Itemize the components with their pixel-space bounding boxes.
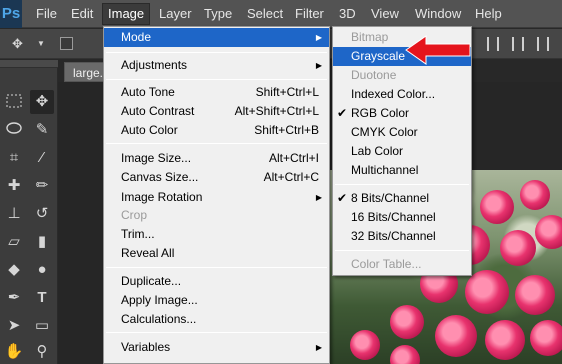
hand-tool-icon[interactable]: ✋ [2,340,26,364]
toolbox: ✥ ✎ ⌗ ⁄ ✚ ✏ ⊥ ↺ ▱ ▮ ◆ ● ✒ T ➤ ▭ ✋ ⚲ [0,60,58,364]
menu-3d[interactable]: 3D [334,3,361,25]
shape-tool-icon[interactable]: ▭ [30,314,54,338]
move-tool-preset-icon[interactable]: ✥ [12,29,23,59]
menu-separator [106,79,327,80]
checkmark-icon: ✔ [337,106,348,120]
image-menu-dropdown: Mode ▶ Adjustments ▶ Auto Tone Shift+Ctr… [103,26,330,364]
photoshop-logo: Ps [0,0,22,28]
mode-item-indexed-color[interactable]: Indexed Color... [333,85,471,104]
gradient-tool-icon[interactable]: ▮ [30,230,54,254]
menu-item-duplicate[interactable]: Duplicate... [104,272,329,291]
mode-item-color-table: Color Table... [351,257,422,271]
dodge-tool-icon[interactable]: ● [30,258,54,282]
blur-tool-icon[interactable]: ◆ [2,258,26,282]
menu-image[interactable]: Image [102,3,151,25]
eraser-tool-icon[interactable]: ▱ [2,230,26,254]
menu-item-trim[interactable]: Trim... [104,225,329,244]
healing-brush-tool-icon[interactable]: ✚ [2,174,26,198]
menu-item-adjustments[interactable]: Adjustments ▶ [104,56,329,75]
mode-item-duotone: Duotone [351,68,397,82]
align-edges-icon[interactable] [537,37,549,51]
move-tool-icon[interactable]: ✥ [30,90,54,114]
checkmark-icon: ✔ [337,191,348,205]
brush-tool-icon[interactable]: ✏ [30,174,54,198]
menu-item-image-size[interactable]: Image Size... Alt+Ctrl+I [104,149,329,168]
menu-item-variables[interactable]: Variables ▶ [104,338,329,357]
align-icon[interactable] [487,37,499,51]
menu-item-crop: Crop [121,208,148,222]
menu-separator [106,52,327,53]
submenu-arrow-icon: ▶ [315,61,322,70]
menu-separator [335,250,469,251]
quick-selection-tool-icon[interactable]: ✎ [30,118,54,142]
mode-item-cmyk-color[interactable]: CMYK Color [333,123,471,142]
menu-file[interactable]: File [31,3,62,25]
path-selection-tool-icon[interactable]: ➤ [2,314,26,338]
chevron-down-icon[interactable]: ▼ [37,29,45,59]
menu-item-auto-contrast[interactable]: Auto Contrast Alt+Shift+Ctrl+L [104,102,329,121]
menu-view[interactable]: View [366,3,404,25]
lasso-tool-icon[interactable] [2,118,26,142]
submenu-arrow-icon: ▶ [315,193,322,202]
mode-item-rgb-color[interactable]: ✔ RGB Color [333,104,471,123]
zoom-tool-icon[interactable]: ⚲ [30,340,54,364]
history-brush-tool-icon[interactable]: ↺ [30,202,54,226]
menu-item-apply-image[interactable]: Apply Image... [104,291,329,310]
type-tool-icon[interactable]: T [30,286,54,310]
menu-help[interactable]: Help [470,3,507,25]
clone-stamp-tool-icon[interactable]: ⊥ [2,202,26,226]
marquee-tool-icon[interactable] [2,90,26,114]
auto-select-checkbox[interactable] [60,37,73,50]
menu-item-calculations[interactable]: Calculations... [104,310,329,329]
menu-bar: Ps File Edit Image Layer Type Select Fil… [0,0,562,28]
menu-edit[interactable]: Edit [66,3,98,25]
mode-item-32-bits[interactable]: 32 Bits/Channel [333,227,471,246]
menu-layer[interactable]: Layer [154,3,197,25]
mode-item-8-bits[interactable]: ✔ 8 Bits/Channel [333,189,471,208]
pen-tool-icon[interactable]: ✒ [2,286,26,310]
submenu-arrow-icon: ▶ [315,343,322,352]
menu-separator [106,332,327,333]
menu-filter[interactable]: Filter [290,3,329,25]
photoshop-window: Ps File Edit Image Layer Type Select Fil… [0,0,562,364]
menu-separator [106,267,327,268]
mode-item-lab-color[interactable]: Lab Color [333,142,471,161]
menu-item-auto-tone[interactable]: Auto Tone Shift+Ctrl+L [104,83,329,102]
crop-tool-icon[interactable]: ⌗ [2,146,26,170]
menu-item-reveal-all[interactable]: Reveal All [104,244,329,263]
menu-separator [106,143,327,144]
toolbox-grip[interactable] [0,60,58,68]
distribute-icon[interactable] [512,37,524,51]
menu-window[interactable]: Window [410,3,466,25]
eyedropper-tool-icon[interactable]: ⁄ [30,146,54,170]
menu-item-auto-color[interactable]: Auto Color Shift+Ctrl+B [104,121,329,140]
menu-separator [335,184,469,185]
annotation-arrow-icon [405,35,471,65]
mode-item-16-bits[interactable]: 16 Bits/Channel [333,208,471,227]
menu-type[interactable]: Type [199,3,237,25]
submenu-arrow-icon: ▶ [315,33,322,42]
menu-select[interactable]: Select [242,3,288,25]
menu-item-mode[interactable]: Mode ▶ [104,28,329,47]
mode-item-multichannel[interactable]: Multichannel [333,161,471,180]
menu-item-image-rotation[interactable]: Image Rotation ▶ [104,188,329,207]
menu-item-canvas-size[interactable]: Canvas Size... Alt+Ctrl+C [104,168,329,187]
